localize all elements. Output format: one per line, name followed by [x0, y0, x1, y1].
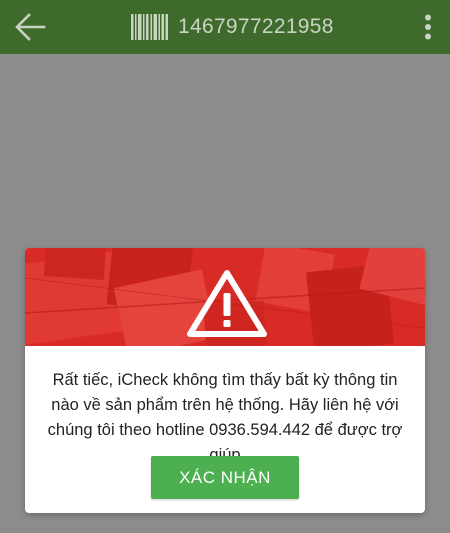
- app-bar: 1467977221958: [0, 0, 450, 54]
- more-vert-icon: [425, 14, 431, 40]
- dialog-banner: [25, 248, 425, 346]
- not-found-message: Rất tiếc, iCheck không tìm thấy bất kỳ t…: [47, 371, 403, 464]
- warning-triangle-icon: [187, 270, 267, 337]
- overflow-menu-button[interactable]: [412, 7, 444, 47]
- back-button[interactable]: [10, 7, 50, 47]
- barcode-number: 1467977221958: [178, 15, 334, 38]
- arrow-left-icon: [15, 13, 46, 41]
- barcode-icon: [131, 14, 168, 40]
- not-found-dialog: Rất tiếc, iCheck không tìm thấy bất kỳ t…: [25, 248, 425, 513]
- barcode-title: 1467977221958: [131, 10, 334, 44]
- confirm-button[interactable]: XÁC NHẬN: [151, 456, 299, 499]
